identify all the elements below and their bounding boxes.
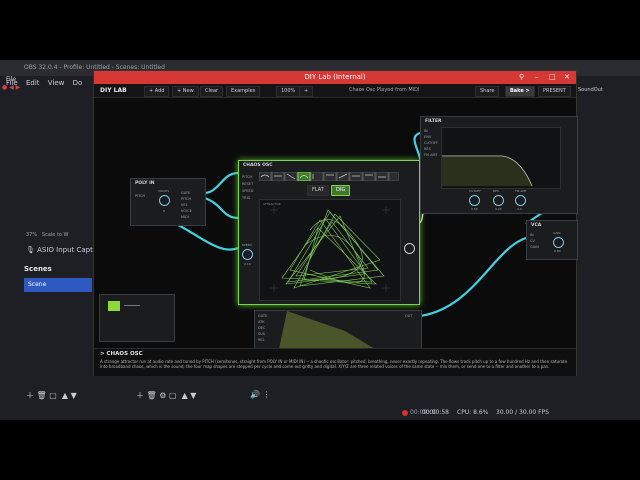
share-button[interactable]: Share [475,86,500,97]
fps: 30.00 / 30.00 FPS [496,409,549,416]
rec-dot-icon [402,410,408,416]
port-label: RES [424,147,431,151]
clear-button[interactable]: Clear [200,86,224,97]
volume-icon[interactable]: 🔊 ⋮ [250,390,271,399]
maximize-icon[interactable]: □ [549,71,556,84]
port-label: PITCH [242,175,253,179]
cutoff-label: CUTOFF [469,189,481,193]
envelope-node[interactable]: GATE ATK DEC SUS REL OUT [254,310,422,350]
voices-value: 8 [163,209,165,213]
gain-label: GAIN [553,231,561,235]
voices-knob[interactable] [159,195,170,206]
poly-in-node[interactable]: POLY IN PITCH GATE PITCH VEL VOICE MIDI … [130,178,206,226]
port-label: IN [530,233,534,237]
stream-time: 00:00:58 [422,409,449,416]
scene-item[interactable]: Scene [24,278,92,292]
status-text: Chaos Osc Played from MIDI [349,87,420,93]
port-label: CV [530,239,535,243]
cutoff-value: 0.50 [471,207,478,211]
node-title: FILTER [425,119,442,124]
cpu-usage: CPU: 8.6% [457,409,489,416]
scenes-heading: Scenes [24,265,52,273]
port-label: VOICE [181,209,192,213]
status-bar: 00:00:00 00:00:58 CPU: 8.6% 30.00 / 30.0… [340,406,640,420]
scene-toolbar[interactable]: ＋ 🗑 ▢ ▲ ▼ [26,390,77,401]
output-knob[interactable] [404,243,415,254]
close-icon[interactable]: ✕ [564,71,570,84]
toolbar: DIY LAB + Add + New Clear Examples 100% … [94,84,576,98]
pin-icon[interactable]: ⚲ [519,71,524,84]
menu-view[interactable]: View [48,79,65,87]
obs-source-asio[interactable]: 🎙 ASIO Input Captu [26,246,97,254]
port-label: VEL [181,203,188,207]
port-label: CUTOFF [424,141,438,145]
mic-icon: 🎙 [26,246,35,254]
port-label: IN [424,129,428,133]
window-title: DIY Lab (Internal) [94,71,576,84]
minimize-icon[interactable]: – [535,71,539,84]
fm-amt-value: 0.0 [517,207,522,211]
menu-file[interactable]: File [6,79,18,87]
brand: DIY LAB [100,87,127,94]
port-label: TRIG [242,196,251,200]
tab-dig[interactable]: DIG [331,185,351,196]
console-text: A strange attractor run at audio rate an… [100,359,568,369]
port-label: GATE [181,191,191,195]
speed-label: SPEED [242,243,252,247]
res-value: 0.20 [495,207,502,211]
obs-zoom: 37% Scale to W [26,232,69,238]
patch-canvas[interactable]: POLY IN PITCH GATE PITCH VEL VOICE MIDI … [94,98,578,350]
port-label: FM AMT [424,153,438,157]
menu-edit[interactable]: Edit [26,79,40,87]
fm-amt-knob[interactable] [515,195,526,206]
tab-flat[interactable]: FLAT [307,185,329,196]
present-button[interactable]: PRESENT [538,86,571,97]
map-shape-selector[interactable] [259,172,399,181]
speed-knob[interactable] [242,249,253,260]
node-title: POLY IN [135,181,155,186]
res-knob[interactable] [493,195,504,206]
speed-value: 0.10 [244,262,251,266]
port-label: SPEED [242,189,254,193]
filter-node[interactable]: FILTER IN ENV CUTOFF RES FM AMT CUTOFF 0… [420,116,578,214]
divider [124,305,140,306]
node-title: CHAOS OSC [243,163,273,168]
sound-out-label: SoundOut [578,87,603,93]
add-button[interactable]: + Add [144,86,170,97]
gain-knob[interactable] [553,237,564,248]
zoom-in-button[interactable]: + [299,86,314,97]
cutoff-knob[interactable] [469,195,480,206]
attractor-trace [270,206,390,292]
chaos-osc-node[interactable]: CHAOS OSC PITCH RESET SPEED TRIG FLAT DI… [238,160,420,305]
gate-indicator [108,301,120,311]
bake-button[interactable]: Bake > [505,86,535,97]
port-label: MIDI [181,215,189,219]
console-panel: > CHAOS OSC A strange attractor run at a… [94,348,576,376]
diy-lab-window: DIY Lab (Internal) ⚲ – □ ✕ DIY LAB + Add… [93,70,578,376]
gate-node[interactable] [99,294,175,342]
voices-label: VOICES [158,189,170,193]
envelope-shape [279,311,375,349]
vca-node[interactable]: VCA IN CV GAIN GAIN 0.80 [526,220,578,260]
port-label: GAIN [530,245,539,249]
port-label: PITCH [135,194,146,198]
port-label: ENV [424,135,432,139]
port-label: RESET [242,182,254,186]
node-title: VCA [531,223,542,228]
source-toolbar[interactable]: ＋ 🗑 ⚙ ▢ ▲ ▼ [136,390,196,401]
new-button[interactable]: + New [172,86,199,97]
console-heading: > CHAOS OSC [100,351,143,357]
fm-amt-label: FM AMT [515,189,527,193]
attractor-scope: ATTRACTOR [259,199,401,301]
obs-menu-bar: File Edit View Do [0,79,95,91]
res-label: RES [493,189,499,193]
menu-docks[interactable]: Do [73,79,83,87]
filter-response [441,127,561,189]
examples-button[interactable]: Examples [226,86,261,97]
port-label: PITCH [181,197,192,201]
gain-value: 0.80 [554,249,561,253]
zoom-value[interactable]: 100% [276,86,301,97]
